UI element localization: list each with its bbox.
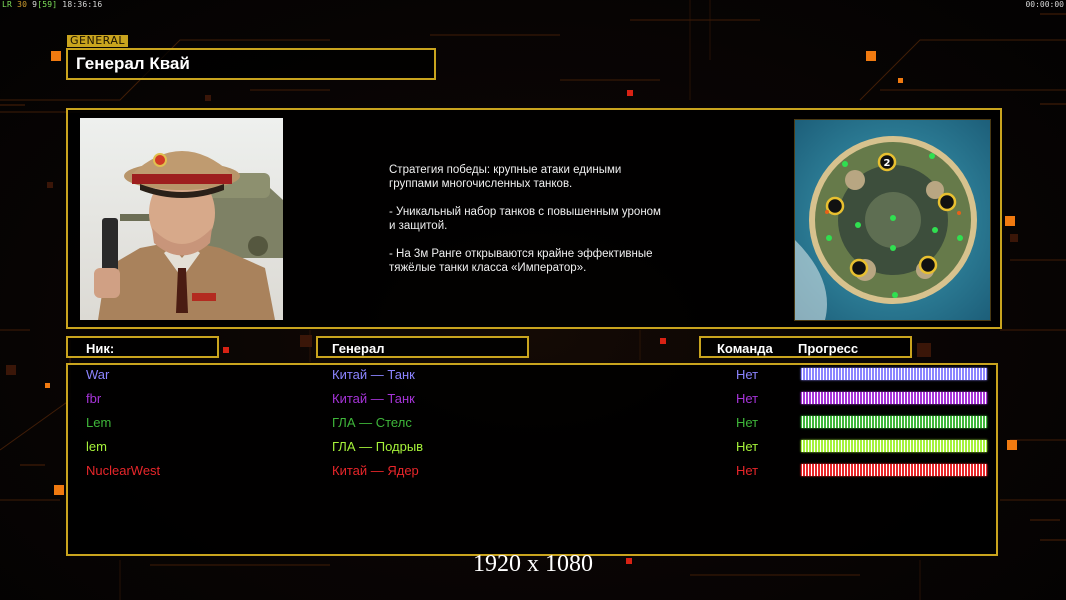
table-row: War Китай — Танк Нет	[68, 366, 996, 386]
hud-fps-clock: LR 30 9[59] 18:36:16	[2, 0, 102, 9]
player-general: Китай — Танк	[332, 391, 415, 406]
column-header-general-label: Генерал	[332, 341, 385, 356]
player-nick: Lem	[86, 415, 112, 430]
hud-clock: 18:36:16	[62, 0, 103, 9]
player-nick: fbr	[86, 391, 102, 406]
column-header-progress-label: Прогресс	[798, 341, 859, 356]
player-nick: lem	[86, 439, 107, 454]
player-general: Китай — Танк	[332, 367, 415, 382]
player-general: ГЛА — Подрыв	[332, 439, 424, 454]
general-info-panel: Стратегия победы: крупные атаки едиными …	[66, 108, 1002, 329]
map-start-marker: 2	[884, 158, 891, 169]
player-team: Нет	[736, 439, 759, 454]
player-team: Нет	[736, 367, 759, 382]
progress-bar	[801, 440, 987, 452]
hud-timer: 00:00:00	[1025, 0, 1064, 9]
description-strategy: Стратегия победы: крупные атаки едиными …	[389, 164, 622, 190]
table-row: NuclearWest Китай — Ядер Нет	[68, 462, 996, 482]
player-team: Нет	[736, 463, 759, 478]
hud-value-c: [59]	[37, 0, 58, 9]
map-preview: 2	[794, 119, 991, 321]
column-header-team-progress: Команда Прогресс	[699, 336, 912, 358]
description-rank3: - На 3м Ранге открываются крайне эффекти…	[389, 248, 653, 274]
resolution-label: 1920 x 1080	[473, 551, 593, 577]
column-header-nick-label: Ник:	[86, 341, 115, 356]
progress-bar	[801, 416, 987, 428]
general-name: Генерал Квай	[76, 54, 190, 73]
progress-bar	[801, 464, 987, 476]
progress-bar	[801, 368, 987, 380]
column-header-team-label: Команда	[717, 341, 773, 356]
hud-lr: LR	[2, 0, 13, 9]
hud-value-a: 30	[17, 0, 28, 9]
players-table: War Китай — Танк Нет fbr Китай — Танк Не…	[66, 363, 998, 556]
table-row: fbr Китай — Танк Нет	[68, 390, 996, 410]
progress-bar	[801, 392, 987, 404]
general-title-box: Генерал Квай	[66, 48, 436, 80]
column-header-general: Генерал	[316, 336, 529, 358]
general-description: Стратегия победы: крупные атаки едиными …	[389, 163, 719, 289]
table-row: lem ГЛА — Подрыв Нет	[68, 438, 996, 458]
player-team: Нет	[736, 415, 759, 430]
loading-screen: LR 30 9[59] 18:36:16 00:00:00 GENERAL Ге…	[0, 0, 1066, 600]
player-general: Китай — Ядер	[332, 463, 419, 478]
general-tag: GENERAL	[67, 35, 129, 47]
player-team: Нет	[736, 391, 759, 406]
player-nick: NuclearWest	[86, 463, 161, 478]
description-tanks: - Уникальный набор танков с повышенным у…	[389, 206, 661, 232]
player-general: ГЛА — Стелс	[332, 415, 412, 430]
player-nick: War	[86, 367, 110, 382]
general-portrait	[80, 118, 283, 320]
column-header-nick: Ник:	[66, 336, 219, 358]
table-row: Lem ГЛА — Стелс Нет	[68, 414, 996, 434]
